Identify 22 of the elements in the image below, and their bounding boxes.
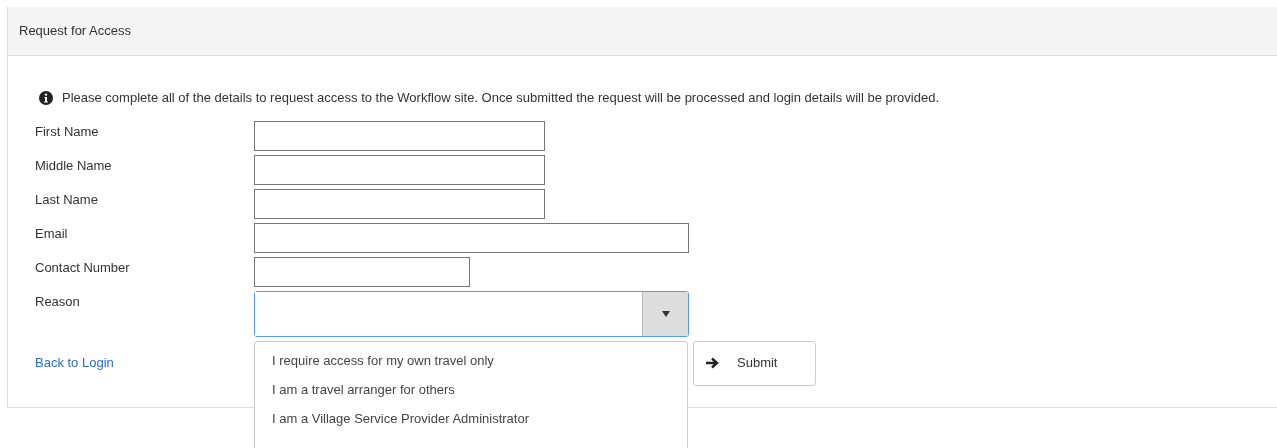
field-label: First Name [35,122,100,141]
info-message: Please complete all of the details to request access to the Workflow site. Once submitted the request will be processed and login details will be provided. [62,89,939,107]
dropdown-option[interactable]: I require access for my own travel only [255,349,687,373]
back-to-login-link[interactable]: Back to Login [35,353,114,373]
caret-icon [661,310,670,317]
submit-button[interactable]: Submit [693,340,816,386]
dropdown-option[interactable]: I am a Village Service Provider Administrator [255,407,687,431]
text-field[interactable] [254,222,689,253]
info-icon [39,90,53,105]
field-label: Middle Name [35,156,113,175]
field-label: Email [35,224,69,243]
field-label: Contact Number [35,258,131,277]
dropdown-option[interactable]: I am a travel arranger for others [255,378,687,402]
panel-title: Request for Access [19,22,131,41]
text-field[interactable] [254,188,545,219]
arrow-icon [705,357,719,369]
field-label: Last Name [35,190,99,209]
reason-dropdown[interactable] [254,290,689,337]
text-field[interactable] [254,120,545,151]
field-label: Reason [35,292,81,311]
text-field[interactable] [254,256,470,287]
text-field[interactable] [254,154,545,185]
